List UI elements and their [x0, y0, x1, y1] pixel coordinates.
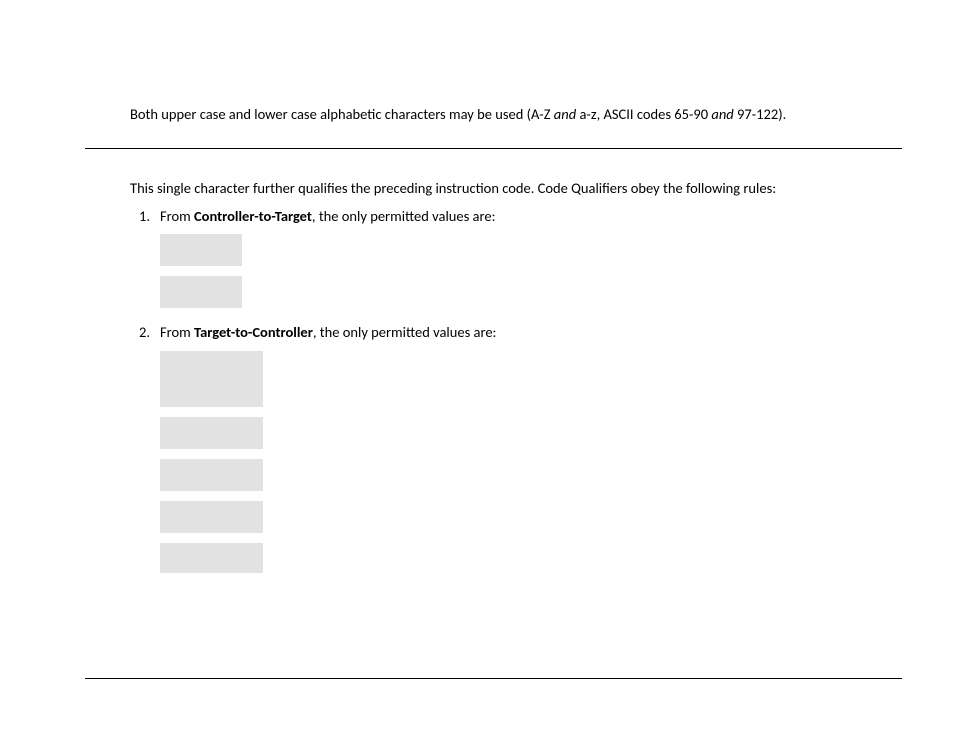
document-page: Both upper case and lower case alphabeti… — [0, 0, 954, 738]
redacted-box — [160, 417, 263, 449]
redacted-box — [160, 234, 242, 266]
list-number: 2. — [130, 322, 150, 342]
redacted-box — [160, 543, 263, 573]
redacted-box — [160, 276, 242, 308]
redacted-box — [160, 459, 263, 491]
list-item-1: 1. From Controller-to-Target, the only pe… — [130, 206, 496, 308]
horizontal-rule-bottom — [85, 678, 902, 679]
text-pre: From — [160, 323, 194, 341]
intro-paragraph-2: This single character further qualifies … — [130, 178, 894, 198]
text-post: , the only permitted values are: — [312, 207, 496, 225]
intro-paragraph-1: Both upper case and lower case alphabeti… — [130, 104, 894, 124]
redacted-box — [160, 351, 263, 407]
numbered-list: 1.From Controller-to-Target, the only pe… — [130, 206, 496, 587]
text-pre: Both upper case and lower case alphabeti… — [130, 105, 554, 123]
text-post: , the only permitted values are: — [313, 323, 497, 341]
text-and-2: and — [711, 105, 733, 123]
text-pre: From — [160, 207, 194, 225]
horizontal-rule-top — [85, 148, 902, 149]
text-post: 97-122). — [734, 105, 787, 123]
text-bold: Target-to-Controller — [194, 323, 313, 341]
list-item-2: 2. From Target-to-Controller, the only pe… — [130, 322, 496, 572]
list-text: From Controller-to-Target, the only perm… — [160, 207, 495, 225]
text-and-1: and — [554, 105, 576, 123]
redacted-boxes-group-1 — [160, 234, 496, 308]
list-text: From Target-to-Controller, the only perm… — [160, 323, 496, 341]
text-mid: a-z, ASCII codes 65-90 — [576, 105, 711, 123]
redacted-box — [160, 501, 263, 533]
redacted-boxes-group-2 — [160, 351, 496, 573]
list-number: 1. — [130, 206, 150, 226]
text-bold: Controller-to-Target — [194, 207, 312, 225]
